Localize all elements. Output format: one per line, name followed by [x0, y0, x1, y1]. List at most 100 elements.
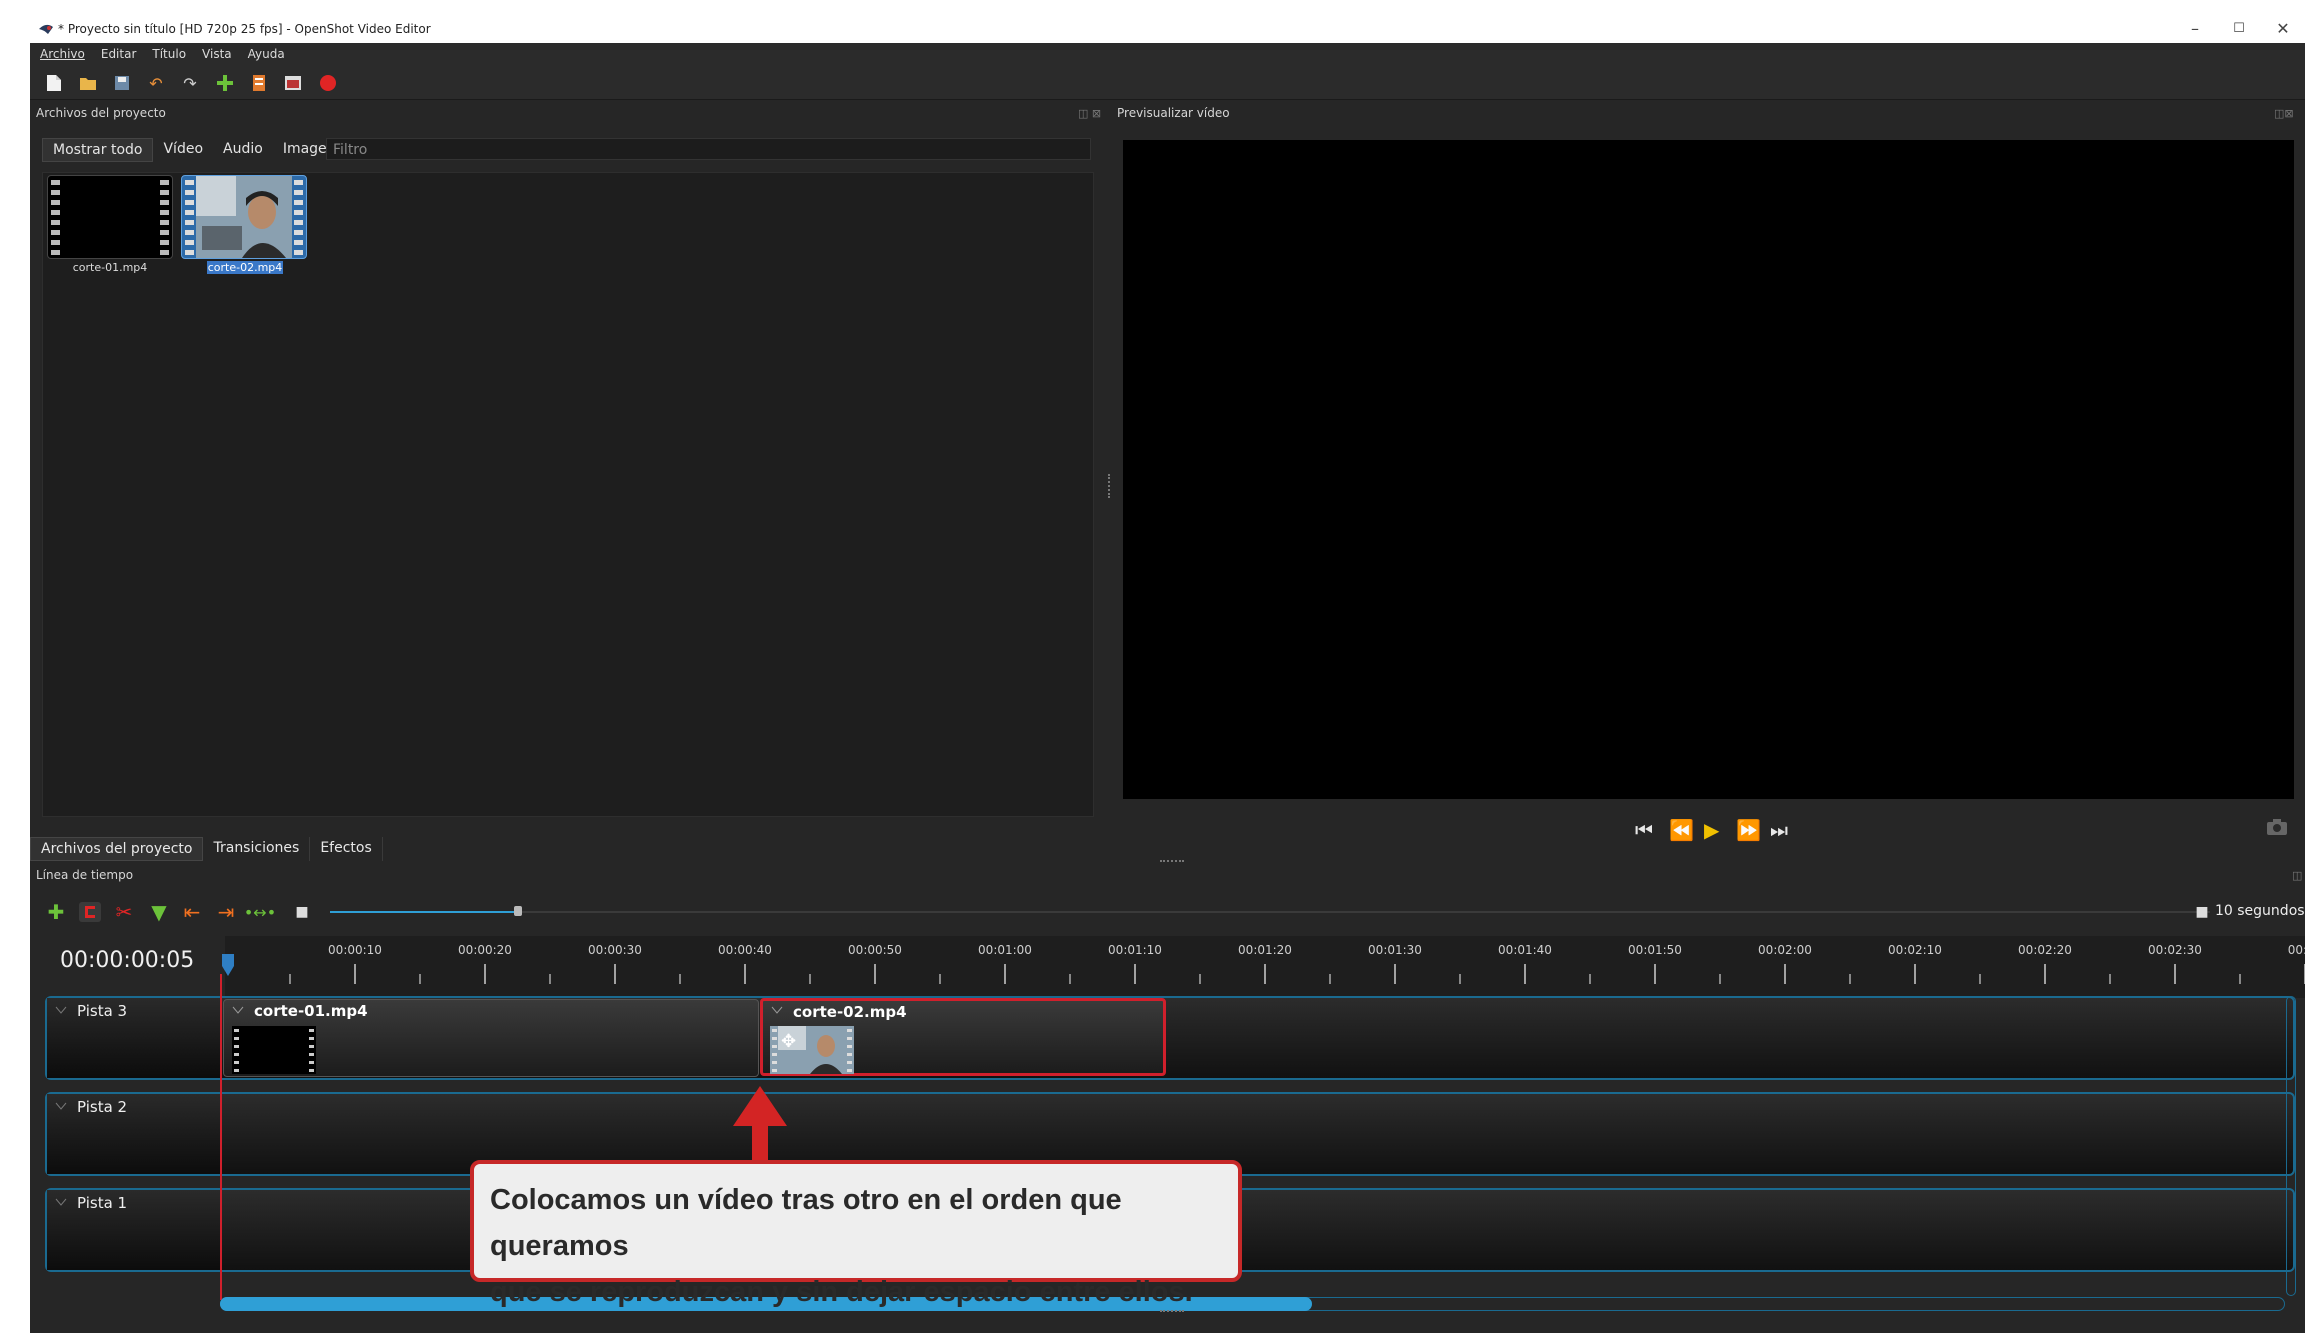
files-panel-title: Archivos del proyecto — [36, 106, 166, 120]
play-button[interactable]: ▶ — [1704, 818, 1719, 842]
ruler-tick-label: 00:01:40 — [1498, 943, 1552, 957]
ruler-tick-label: 00:01:50 — [1628, 943, 1682, 957]
previous-marker-icon[interactable]: ⇤ — [180, 900, 204, 924]
clip-name-corte-02: corte-02.mp4 — [793, 1003, 907, 1021]
annotation-callout: Colocamos un vídeo tras otro en el orden… — [470, 1160, 1242, 1308]
timeline-ruler[interactable]: 00:00:10 00:00:20 00:00:30 00:00:40 00:00:50… — [225, 936, 2305, 998]
ruler-tick-label: 00:01:10 — [1108, 943, 1162, 957]
ruler-tick-label: 00:02:00 — [1758, 943, 1812, 957]
openshot-window: * Proyecto sin título [HD 720p 25 fps] -… — [30, 14, 2305, 1333]
horizontal-splitter[interactable] — [1160, 860, 1184, 866]
next-marker-icon[interactable]: ⇥ — [214, 900, 238, 924]
add-track-icon[interactable]: ✚ — [44, 900, 68, 924]
chevron-down-icon[interactable] — [55, 1006, 67, 1014]
menu-vista[interactable]: Vista — [202, 47, 232, 61]
tab-effects[interactable]: Efectos — [310, 837, 383, 861]
zoom-out-icon[interactable]: ■ — [290, 900, 314, 924]
clip-name-corte-01: corte-01.mp4 — [254, 1002, 368, 1020]
ruler-tick-label: 00:00:20 — [458, 943, 512, 957]
zoom-slider-handle[interactable] — [514, 906, 522, 916]
file-name-corte-02[interactable]: corte-02.mp4 — [207, 261, 283, 274]
filter-tab-show-all[interactable]: Mostrar todo — [42, 138, 154, 162]
fullscreen-icon[interactable] — [283, 73, 303, 93]
film-strip-icon — [51, 180, 169, 255]
window-title: * Proyecto sin título [HD 720p 25 fps] -… — [58, 21, 431, 36]
main-toolbar: ↶ ↷ — [30, 65, 2305, 100]
timeline-dock-button[interactable]: ◫ — [2292, 869, 2305, 882]
project-files-list: corte-01.mp4 corte-02.mp4 — [42, 172, 1094, 817]
snap-magnet-icon[interactable] — [78, 900, 102, 924]
profile-icon[interactable] — [249, 73, 269, 93]
razor-icon[interactable]: ✂ — [112, 900, 136, 924]
ruler-tick-label: 00:00:30 — [588, 943, 642, 957]
preview-panel-title: Previsualizar vídeo — [1117, 106, 1230, 120]
clip-corte-01[interactable]: corte-01.mp4 — [223, 999, 759, 1077]
tab-project-files[interactable]: Archivos del proyecto — [30, 837, 204, 861]
tab-transitions[interactable]: Transiciones — [203, 837, 311, 861]
chevron-down-icon[interactable] — [55, 1102, 67, 1110]
zoom-slider-track[interactable] — [330, 911, 2210, 913]
video-preview — [1123, 140, 2294, 799]
file-name-corte-01[interactable]: corte-01.mp4 — [47, 261, 173, 274]
ruler-tick-label: 00:00:50 — [848, 943, 902, 957]
ruler-tick-label: 00:02:10 — [1888, 943, 1942, 957]
zoom-level-label: 10 segundos — [2215, 903, 2305, 919]
fast-forward-button[interactable]: ⏩ — [1736, 818, 1761, 842]
ruler-tick-label: 00:02 — [2288, 943, 2305, 957]
files-panel-dock-buttons[interactable]: ◫ ⊠ — [1078, 107, 1102, 120]
ruler-tick-label: 00:00:10 — [328, 943, 382, 957]
menu-archivo[interactable]: Archivo — [40, 47, 85, 61]
new-project-icon[interactable] — [44, 73, 64, 93]
track-name-pista-3: Pista 3 — [77, 1002, 128, 1020]
playhead-handle[interactable] — [220, 954, 236, 976]
menu-bar: Archivo Editar Título Vista Ayuda — [30, 43, 2305, 65]
chevron-down-icon[interactable] — [55, 1198, 67, 1206]
open-project-icon[interactable] — [78, 73, 98, 93]
minimize-button[interactable]: – — [2173, 14, 2217, 43]
undo-icon[interactable]: ↶ — [146, 73, 166, 93]
menu-ayuda[interactable]: Ayuda — [248, 47, 285, 61]
save-project-icon[interactable] — [112, 73, 132, 93]
title-bar: * Proyecto sin título [HD 720p 25 fps] -… — [30, 14, 2305, 43]
clip-corte-02[interactable]: corte-02.mp4 ✥ — [760, 998, 1166, 1076]
track-header-pista-2: Pista 2 — [47, 1094, 222, 1174]
playhead-line — [220, 974, 222, 1300]
menu-titulo[interactable]: Título — [152, 47, 186, 61]
callout-line-2: que se reproduzcan y sin dejar espacio e… — [490, 1276, 1193, 1308]
clip-menu-chevron-icon[interactable] — [771, 1006, 783, 1014]
maximize-button[interactable]: ☐ — [2217, 14, 2261, 43]
timeline-vertical-scrollbar[interactable] — [2286, 996, 2296, 1296]
ruler-tick-label: 00:00:40 — [718, 943, 772, 957]
filter-tab-video[interactable]: Vídeo — [153, 138, 213, 162]
jump-end-button[interactable]: ⏭ — [1770, 818, 1788, 842]
zoom-in-icon[interactable]: ■ — [2190, 900, 2214, 924]
ruler-tick-label: 00:01:20 — [1238, 943, 1292, 957]
jump-start-button[interactable]: ⏮ — [1635, 818, 1653, 842]
preview-panel-dock-buttons[interactable]: ◫⊠ — [2274, 107, 2298, 120]
file-thumbnail-corte-01[interactable] — [47, 175, 173, 259]
redo-icon[interactable]: ↷ — [180, 73, 200, 93]
center-timeline-icon[interactable]: •↔• — [244, 900, 276, 924]
ruler-tick-label: 00:01:00 — [978, 943, 1032, 957]
openshot-logo-icon — [39, 24, 53, 34]
track-header-pista-3: Pista 3 — [47, 998, 222, 1078]
add-marker-icon[interactable]: ▼ — [147, 900, 171, 924]
ruler-tick-label: 00:01:30 — [1368, 943, 1422, 957]
ruler-tick-label: 00:02:20 — [2018, 943, 2072, 957]
close-button[interactable]: ✕ — [2261, 14, 2305, 43]
import-files-icon[interactable] — [215, 73, 235, 93]
ruler-tick-label: 00:02:30 — [2148, 943, 2202, 957]
clip-menu-chevron-icon[interactable] — [232, 1006, 244, 1014]
file-thumbnail-corte-02[interactable] — [181, 175, 307, 259]
export-video-icon[interactable] — [318, 73, 338, 93]
panel-splitter[interactable] — [1108, 474, 1114, 498]
camera-icon[interactable] — [2266, 818, 2288, 836]
video-frame-person-icon — [185, 176, 303, 258]
filter-input[interactable]: Filtro — [326, 138, 1091, 160]
menu-editar[interactable]: Editar — [101, 47, 137, 61]
rewind-button[interactable]: ⏪ — [1669, 818, 1694, 842]
timecode-display: 00:00:00:05 — [60, 948, 195, 973]
file-filter-tabs: Mostrar todo Vídeo Audio Imagen — [42, 138, 346, 162]
filter-tab-audio[interactable]: Audio — [213, 138, 273, 162]
zoom-slider-fill — [330, 911, 518, 913]
